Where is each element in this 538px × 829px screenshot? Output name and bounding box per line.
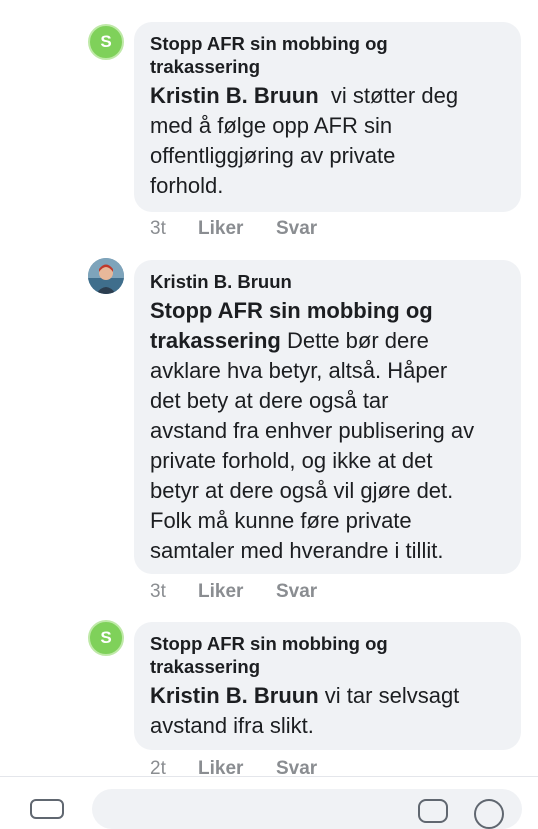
comment-author[interactable]: Stopp AFR sin mobbing og trakassering: [150, 632, 507, 678]
like-button[interactable]: Liker: [198, 218, 276, 240]
reply-button[interactable]: Svar: [276, 581, 317, 603]
comment-text: Kristin B. Bruun vi støtter deg med å fø…: [150, 83, 459, 198]
reply-button[interactable]: Svar: [276, 218, 317, 240]
user-avatar[interactable]: [88, 258, 124, 294]
comment-author[interactable]: Stopp AFR sin mobbing og trakassering: [150, 32, 507, 78]
comment-time: 3t: [150, 581, 166, 602]
avatar-letter: S: [100, 628, 112, 647]
comment-actions: 3t Liker Svar: [150, 581, 317, 603]
comment-actions: 3t Liker Svar: [150, 218, 317, 240]
comment-author[interactable]: Kristin B. Bruun: [150, 270, 507, 293]
like-button[interactable]: Liker: [198, 581, 276, 603]
comment-text: Stopp AFR sin mobbing og trakassering Det…: [150, 298, 475, 563]
avatar-photo-icon: [88, 258, 124, 294]
comment-time: 3t: [150, 218, 166, 239]
page-avatar[interactable]: S: [88, 620, 124, 656]
comment-input[interactable]: [92, 789, 522, 829]
comment-composer: [0, 776, 538, 829]
comment-bubble[interactable]: Stopp AFR sin mobbing og trakassering Kr…: [134, 22, 521, 212]
comment-text: Kristin B. Bruun vi tar selvsagt avstand…: [150, 683, 460, 738]
page-avatar[interactable]: S: [88, 24, 124, 60]
mention-link[interactable]: Kristin B. Bruun: [150, 83, 319, 108]
mention-link[interactable]: Kristin B. Bruun: [150, 683, 319, 708]
emoji-icon[interactable]: [474, 799, 504, 829]
comment-bubble[interactable]: Kristin B. Bruun Stopp AFR sin mobbing o…: [134, 260, 521, 574]
avatar-letter: S: [100, 32, 112, 51]
gif-icon[interactable]: [418, 799, 448, 823]
camera-icon[interactable]: [30, 799, 64, 819]
comment-bubble[interactable]: Stopp AFR sin mobbing og trakassering Kr…: [134, 622, 521, 750]
